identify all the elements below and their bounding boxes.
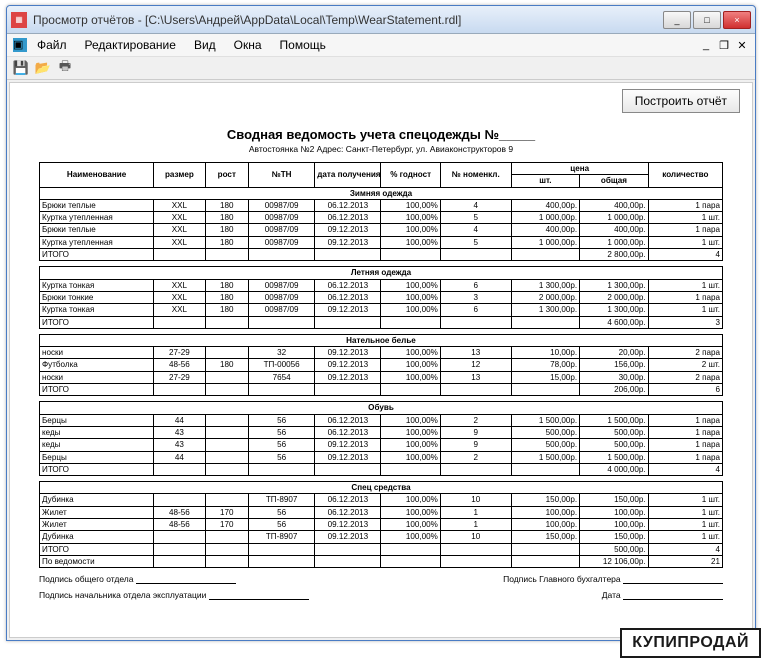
table-row: ДубинкаТП-890706.12.2013100,00%10150,00р…	[40, 494, 723, 506]
titlebar[interactable]: ▦ Просмотр отчётов - [C:\Users\Андрей\Ap…	[7, 6, 755, 34]
signature-row-1: Подпись общего отдела Подпись Главного б…	[39, 574, 723, 584]
report-viewport[interactable]: Сводная ведомость учета спецодежды №____…	[20, 121, 742, 631]
close-button[interactable]: ×	[723, 11, 751, 29]
table-row: Брюки тонкиеXXL18000987/0906.12.2013100,…	[40, 291, 723, 303]
table-row: кеды435609.12.2013100,00%9500,00р.500,00…	[40, 439, 723, 451]
subtotal-row: ИТОГО500,00р.4	[40, 543, 723, 555]
report-subtitle: Автостоянка №2 Адрес: Санкт-Петербург, у…	[39, 144, 723, 154]
table-head: Наименование размер рост №ТН дата получе…	[40, 163, 723, 188]
grand-total-row: По ведомости12 106,00р.21	[40, 555, 723, 567]
table-row: Берцы445606.12.2013100,00%21 500,00р.1 5…	[40, 414, 723, 426]
table-row: Куртка утепленнаяXXL18000987/0909.12.201…	[40, 236, 723, 248]
table-row: Берцы445609.12.2013100,00%21 500,00р.1 5…	[40, 451, 723, 463]
table-row: Футболка48-56180ТП-0005609.12.2013100,00…	[40, 359, 723, 371]
app-icon: ▦	[11, 12, 27, 28]
form-icon: ▣	[13, 38, 27, 52]
table-row: Куртка тонкаяXXL18000987/0909.12.2013100…	[40, 304, 723, 316]
build-report-button[interactable]: Построить отчёт	[622, 89, 740, 113]
table-row: Жилет48-561705606.12.2013100,00%1100,00р…	[40, 506, 723, 518]
subtotal-row: ИТОГО206,00р.6	[40, 384, 723, 396]
menubar: ▣ Файл Редактирование Вид Окна Помощь _ …	[7, 34, 755, 56]
print-icon[interactable]: 🖶	[57, 60, 73, 76]
table-row: носки27-293209.12.2013100,00%1310,00р.20…	[40, 347, 723, 359]
table-row: Брюки теплыеXXL18000987/0906.12.2013100,…	[40, 199, 723, 211]
report-page: Сводная ведомость учета спецодежды №____…	[31, 121, 731, 610]
table-row: носки27-29765409.12.2013100,00%1315,00р.…	[40, 371, 723, 383]
group-header: Обувь	[40, 402, 723, 414]
table-row: Куртка утепленнаяXXL18000987/0906.12.201…	[40, 212, 723, 224]
subtotal-row: ИТОГО2 800,00р.4	[40, 249, 723, 261]
main-window: ▦ Просмотр отчётов - [C:\Users\Андрей\Ap…	[6, 5, 756, 641]
menu-view[interactable]: Вид	[186, 36, 224, 54]
mdi-restore[interactable]: ❐	[717, 38, 731, 52]
menu-edit[interactable]: Редактирование	[77, 36, 184, 54]
menu-file[interactable]: Файл	[29, 36, 75, 54]
subtotal-row: ИТОГО4 000,00р.4	[40, 463, 723, 475]
watermark: КУПИПРОДАЙ	[620, 628, 761, 658]
maximize-button[interactable]: □	[693, 11, 721, 29]
toolbar: 💾 📂 🖶	[7, 56, 755, 80]
group-header: Спец средства	[40, 482, 723, 494]
mdi-close[interactable]: ✕	[735, 38, 749, 52]
table-row: Куртка тонкаяXXL18000987/0906.12.2013100…	[40, 279, 723, 291]
signature-row-2: Подпись начальника отдела эксплуатации Д…	[39, 590, 723, 600]
table-row: кеды435606.12.2013100,00%9500,00р.500,00…	[40, 426, 723, 438]
save-icon[interactable]: 💾	[13, 60, 29, 76]
menu-help[interactable]: Помощь	[272, 36, 334, 54]
window-title: Просмотр отчётов - [C:\Users\Андрей\AppD…	[33, 13, 663, 27]
group-header: Летняя одежда	[40, 267, 723, 279]
group-header: Зимняя одежда	[40, 187, 723, 199]
table-row: Брюки теплыеXXL18000987/0909.12.2013100,…	[40, 224, 723, 236]
minimize-button[interactable]: _	[663, 11, 691, 29]
table-row: Жилет48-561705609.12.2013100,00%1100,00р…	[40, 519, 723, 531]
mdi-minimize[interactable]: _	[699, 38, 713, 52]
report-table: Наименование размер рост №ТН дата получе…	[39, 162, 723, 568]
group-header: Нательное белье	[40, 334, 723, 346]
subtotal-row: ИТОГО4 600,00р.3	[40, 316, 723, 328]
table-row: ДубинкаТП-890709.12.2013100,00%10150,00р…	[40, 531, 723, 543]
open-icon[interactable]: 📂	[35, 60, 51, 76]
report-title: Сводная ведомость учета спецодежды №____…	[39, 127, 723, 142]
menu-windows[interactable]: Окна	[226, 36, 270, 54]
client-area: Построить отчёт Сводная ведомость учета …	[9, 82, 753, 638]
